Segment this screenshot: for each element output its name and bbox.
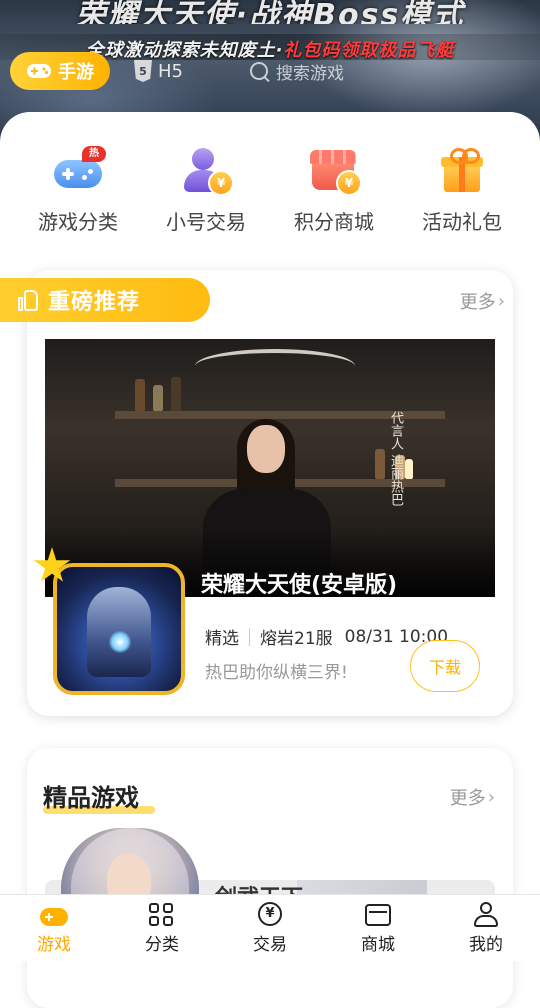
download-button[interactable]: 下载 bbox=[410, 640, 480, 692]
chevron-right-icon: › bbox=[497, 290, 505, 312]
bottle bbox=[171, 377, 181, 411]
game-icon bbox=[53, 563, 185, 695]
bottle bbox=[153, 385, 163, 411]
quick-item-points-shop[interactable]: ¥ 积分商城 bbox=[274, 144, 394, 244]
grid-icon bbox=[148, 902, 176, 928]
spokesperson-caption: 代言人 迪丽热巴 bbox=[388, 411, 403, 507]
featured-title: 重磅推荐 bbox=[48, 290, 141, 315]
quick-menu: 热 游戏分类 ¥ 小号交易 ¥ 积分商城 活动礼包 bbox=[0, 144, 540, 244]
search-game-entry[interactable]: 搜索游戏 bbox=[250, 58, 344, 84]
gift-icon bbox=[434, 144, 490, 200]
thumbs-up-icon bbox=[18, 288, 40, 312]
featured-ribbon: 重磅推荐 bbox=[0, 278, 210, 322]
bow-decoration bbox=[195, 349, 355, 383]
quick-item-label: 积分商城 bbox=[294, 210, 374, 234]
account-trade-icon: ¥ bbox=[178, 144, 234, 200]
tab-shop[interactable]: 商城 bbox=[328, 902, 428, 955]
tab-games[interactable]: 游戏 bbox=[4, 902, 104, 955]
game-server: 熔岩21服 bbox=[260, 629, 333, 649]
premium-title: 精品游戏 bbox=[43, 784, 139, 812]
featured-promo-image[interactable]: 代言人 迪丽热巴 bbox=[45, 339, 495, 597]
quick-item-label: 活动礼包 bbox=[422, 210, 502, 234]
h5-tag[interactable]: 5 H5 bbox=[134, 58, 183, 84]
gamepad-icon: 热 bbox=[50, 144, 106, 200]
html5-icon: 5 bbox=[134, 60, 152, 82]
points-shop-icon: ¥ bbox=[306, 144, 362, 200]
premium-more-link[interactable]: 更多 › bbox=[450, 784, 495, 810]
featured-description: 热巴助你纵横三界! bbox=[205, 663, 348, 683]
tab-trade[interactable]: ¥ 交易 bbox=[220, 901, 320, 955]
more-label: 更多 bbox=[459, 292, 496, 313]
featured-meta: 精选 熔岩21服 08/31 10:00 bbox=[205, 624, 448, 650]
hot-badge: 热 bbox=[82, 146, 106, 162]
gamepad-icon bbox=[27, 64, 51, 78]
quick-item-game-category[interactable]: 热 游戏分类 bbox=[18, 144, 138, 244]
spokesperson-face bbox=[247, 425, 285, 473]
tab-category[interactable]: 分类 bbox=[112, 902, 212, 955]
featured-more-link[interactable]: 更多 › bbox=[460, 288, 505, 314]
more-label: 更多 bbox=[449, 788, 486, 809]
quick-item-account-trade[interactable]: ¥ 小号交易 bbox=[146, 144, 266, 244]
candle bbox=[405, 459, 413, 479]
game-category: 精选 bbox=[205, 629, 239, 649]
divider bbox=[249, 627, 250, 646]
premium-games-card: 精品游戏 更多 › 剑武天下 bbox=[27, 748, 513, 1008]
bottom-tab-bar: 游戏 分类 ¥ 交易 商城 我的 bbox=[0, 894, 540, 961]
chevron-right-icon: › bbox=[487, 786, 495, 808]
quick-item-label: 游戏分类 bbox=[38, 210, 118, 234]
tab-label: 游戏 bbox=[37, 934, 71, 955]
featured-game-icon-wrap[interactable] bbox=[33, 547, 185, 695]
mobile-game-tag-label: 手游 bbox=[58, 62, 94, 83]
featured-card: 重磅推荐 更多 › 代言人 迪丽热巴 荣耀大天使(安卓版) 精选 熔岩21服 0… bbox=[0, 270, 513, 716]
content-sheet: 热 游戏分类 ¥ 小号交易 ¥ 积分商城 活动礼包 重磅推荐 更多 › 代言人 … bbox=[0, 112, 540, 1008]
banner-headline: 荣耀大天使·战神Boss模式 bbox=[75, 0, 465, 24]
h5-label: H5 bbox=[158, 60, 183, 82]
user-icon bbox=[472, 901, 500, 928]
search-label: 搜索游戏 bbox=[276, 63, 344, 84]
tab-profile[interactable]: 我的 bbox=[436, 901, 536, 955]
gamepad-icon bbox=[40, 902, 68, 928]
yen-icon: ¥ bbox=[256, 901, 284, 928]
tab-label: 商城 bbox=[361, 934, 395, 955]
tab-label: 分类 bbox=[145, 934, 179, 955]
search-icon bbox=[250, 62, 268, 80]
bottle bbox=[135, 379, 145, 411]
featured-game-title[interactable]: 荣耀大天使(安卓版) bbox=[201, 567, 397, 599]
shop-icon bbox=[364, 902, 392, 928]
tab-label: 我的 bbox=[469, 934, 503, 955]
mobile-game-tag[interactable]: 手游 bbox=[10, 52, 110, 90]
tab-label: 交易 bbox=[253, 934, 287, 955]
quick-item-label: 小号交易 bbox=[166, 210, 246, 234]
quick-item-gift[interactable]: 活动礼包 bbox=[402, 144, 522, 244]
